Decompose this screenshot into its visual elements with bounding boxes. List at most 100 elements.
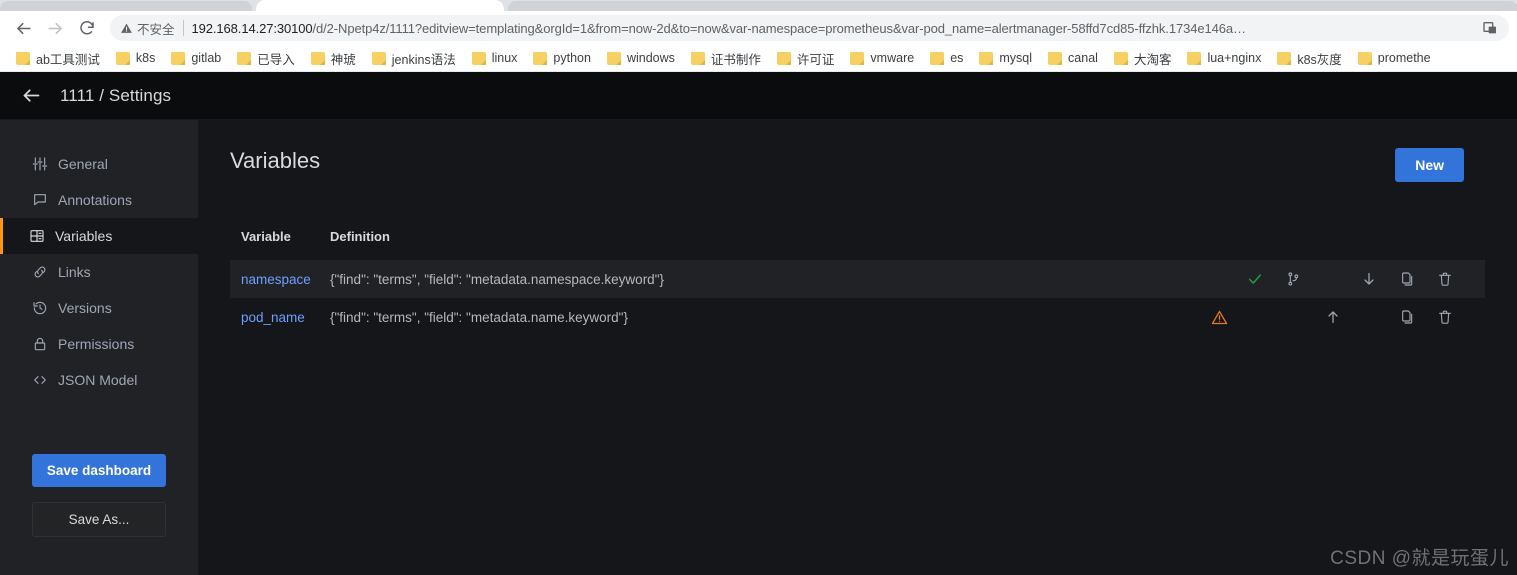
bookmark-item[interactable]: vmware [842,49,922,67]
bookmark-label: 许可证 [796,52,835,67]
folder-icon [115,51,130,65]
browser-tab-inactive-left[interactable] [0,1,252,11]
variables-table: Variable Definition namespace {"find": "t… [230,229,1485,336]
folder-icon [850,51,865,65]
forward-button[interactable] [40,14,70,42]
variables-table-head: Variable Definition [230,229,1485,260]
bookmark-item[interactable]: 已导入 [229,47,303,70]
folder-icon [1113,51,1128,65]
variables-table-body: namespace {"find": "terms", "field": "met… [230,260,1485,336]
table-row[interactable]: pod_name {"find": "terms", "field": "meta… [230,298,1485,336]
link-icon [32,264,48,280]
browser-tab-inactive-right[interactable] [508,1,1517,11]
lock-icon [32,336,48,352]
back-arrow-icon [23,89,39,102]
sidebar-item-links[interactable]: Links [0,254,198,290]
sidebar-item-variables[interactable]: Variables [0,218,198,254]
bookmark-item[interactable]: k8s [108,49,163,67]
bookmark-item[interactable]: canal [1040,49,1106,67]
bookmark-item[interactable]: lua+nginx [1179,49,1269,67]
row-action-group [958,264,1464,294]
bookmark-item[interactable]: linux [464,49,526,67]
save-as-button[interactable]: Save As... [32,502,166,537]
page-title: Variables [230,148,321,173]
code-icon [32,372,48,388]
bookmark-item[interactable]: 证书制作 [683,47,769,70]
reload-button[interactable] [72,14,102,42]
sidebar-actions: Save dashboard Save As... [0,398,198,537]
sidebar-item-annotations[interactable]: Annotations [0,182,198,218]
settings-sidebar: General Annotations Variables Links Versions… [0,120,198,575]
copy-icon[interactable] [1388,264,1426,294]
url-path: /d/2-Npetp4z/1111?editview=templating&or… [312,20,1246,36]
folder-icon [533,51,548,65]
variable-actions-cell [958,298,1485,336]
bookmark-item[interactable]: python [525,49,599,67]
bookmark-item[interactable]: windows [599,49,683,67]
sidebar-item-label: Versions [58,300,112,316]
comment-icon [32,192,48,208]
bookmark-item[interactable]: promethe [1350,49,1439,67]
history-icon [32,300,48,316]
sidebar-item-versions[interactable]: Versions [0,290,198,326]
save-dashboard-button[interactable]: Save dashboard [32,454,166,487]
bookmark-item[interactable]: 大淘客 [1106,47,1180,70]
variable-definition-cell: {"find": "terms", "field": "metadata.nam… [330,271,664,287]
url-host: 192.168.14.27:30100 [191,20,313,36]
folder-icon [371,51,386,65]
new-variable-button[interactable]: New [1395,148,1464,182]
security-status[interactable]: 不安全 [120,19,175,38]
sidebar-item-json-model[interactable]: JSON Model [0,362,198,398]
bookmark-item[interactable]: k8s灰度 [1269,47,1349,70]
bookmark-label: promethe [1377,51,1431,65]
header-back-button[interactable] [20,85,42,107]
exclamation-triangle-icon [1200,302,1238,332]
extension-icon[interactable] [1481,19,1499,37]
sidebar-item-permissions[interactable]: Permissions [0,326,198,362]
variables-pane: Variables New Variable Definition namesp… [198,120,1517,575]
variable-link[interactable]: pod_name [241,310,305,325]
bookmark-item[interactable]: 神琥 [303,47,364,70]
folder-icon [930,51,945,65]
bookmark-item[interactable]: 许可证 [769,47,843,70]
trash-icon[interactable] [1426,302,1464,332]
arrow-up-icon[interactable] [1314,302,1352,332]
browser-tab-active[interactable] [256,0,504,11]
browser-toolbar: 不安全 192.168.14.27:30100/d/2-Npetp4z/1111… [0,11,1517,45]
bookmark-label: 大淘客 [1133,52,1172,67]
column-header-actions [958,229,1485,260]
browser-tab-strip [0,0,1517,11]
warning-triangle-icon [121,23,132,33]
bookmark-label: jenkins语法 [391,52,456,67]
variable-definition-cell: {"find": "terms", "field": "metadata.nam… [330,309,628,325]
bookmark-label: es [950,51,964,65]
bookmark-item[interactable]: mysql [971,49,1040,67]
security-label: 不安全 [137,22,175,37]
sidebar-item-general[interactable]: General [0,146,198,182]
folder-icon [171,51,186,65]
trash-icon[interactable] [1426,264,1464,294]
code-branch-icon[interactable] [1274,264,1312,294]
back-button[interactable] [8,14,38,42]
arrow-down-icon[interactable] [1350,264,1388,294]
bookmark-label: vmware [870,51,915,65]
address-bar[interactable]: 不安全 192.168.14.27:30100/d/2-Npetp4z/1111… [110,15,1509,41]
folder-icon [237,51,252,65]
bookmark-label: mysql [999,51,1033,65]
url-text: 192.168.14.27:30100/d/2-Npetp4z/1111?edi… [192,21,1475,36]
bookmark-label: gitlab [191,51,222,65]
variable-link[interactable]: namespace [241,272,311,287]
bookmark-item[interactable]: jenkins语法 [364,47,464,70]
sidebar-item-label: Annotations [58,192,132,208]
table-header-row: Variable Definition [230,229,1485,260]
sidebar-item-label: Links [58,264,91,280]
bookmark-item[interactable]: es [922,49,971,67]
folder-icon [776,51,791,65]
folder-icon [690,51,705,65]
bookmark-label: windows [626,51,675,65]
bookmark-item[interactable]: gitlab [163,49,229,67]
bookmark-item[interactable]: ab工具测试 [8,47,108,70]
table-row[interactable]: namespace {"find": "terms", "field": "met… [230,260,1485,298]
bookmark-label: lua+nginx [1207,51,1262,65]
copy-icon[interactable] [1388,302,1426,332]
